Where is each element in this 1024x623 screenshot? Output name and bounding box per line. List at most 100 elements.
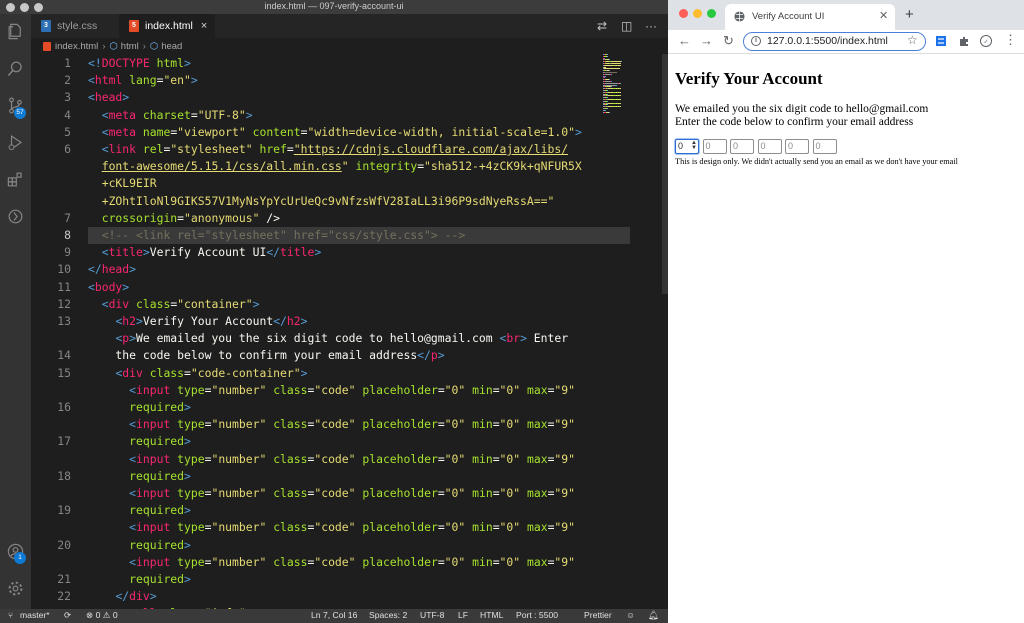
code-line[interactable]: 7 crossorigin="anonymous" /> xyxy=(31,210,668,227)
code-line[interactable]: <input type = "number" class = "code" placeh… xyxy=(31,416,668,433)
minimize-window-button[interactable] xyxy=(693,9,702,18)
code-input-1[interactable]: 0 ▲ ▼ xyxy=(675,139,699,154)
code-line[interactable]: 4 <meta charset="UTF-8"> xyxy=(31,107,668,124)
encoding-status[interactable]: UTF-8 xyxy=(420,610,444,620)
code-line[interactable]: <input type = "number" class = "code" placeh… xyxy=(31,554,668,571)
more-actions-icon[interactable]: ··· xyxy=(645,19,657,33)
code-line[interactable]: 11 <body> xyxy=(31,279,668,296)
code-editor[interactable]: 1 <!DOCTYPE html> 2 <html lang="en"> 3 <head>… xyxy=(31,54,668,609)
code-line[interactable]: 20 required> xyxy=(31,537,668,554)
code-line[interactable]: <p>We emailed you the six digit code to … xyxy=(31,330,668,347)
code-line[interactable]: 15 <div class="code-container"> xyxy=(31,365,668,382)
code-line[interactable]: +ZOhtIloNl9GIKS57V1MyNsYpYcUrUeQc9vNfzsW… xyxy=(31,193,668,210)
code-line[interactable]: <input type = "number" class = "code" placeh… xyxy=(31,451,668,468)
code-input-4[interactable]: 0 xyxy=(757,139,782,154)
run-debug-icon[interactable] xyxy=(6,133,25,152)
search-icon[interactable] xyxy=(6,59,25,78)
browser-tab[interactable]: Verify Account UI ✕ xyxy=(725,4,895,30)
live-server-port[interactable]: Port : 5500 xyxy=(516,610,558,620)
code-token: "https://cdnjs.cloudflare.com/ajax/libs/ xyxy=(293,142,569,156)
code-line[interactable]: 17 required> xyxy=(31,433,668,450)
code-line[interactable]: 1 <!DOCTYPE html> xyxy=(31,55,668,72)
code-line[interactable]: <input type = "number" class = "code" placeh… xyxy=(31,382,668,399)
breadcrumb-file[interactable]: index.html xyxy=(55,41,98,52)
minimap[interactable] xyxy=(603,54,643,114)
gear-icon[interactable] xyxy=(6,579,25,598)
code-token: = xyxy=(437,554,445,569)
code-text: <!DOCTYPE html> xyxy=(88,55,191,72)
profile-icon[interactable]: ✓ xyxy=(980,35,992,47)
code-line[interactable]: 21 required> xyxy=(31,571,668,588)
code-token: "code" xyxy=(314,520,356,535)
code-line[interactable]: 5 <meta name="viewport" content="width=d… xyxy=(31,124,668,141)
close-icon[interactable]: ✕ xyxy=(879,9,888,22)
sync-icon[interactable]: ⟳ xyxy=(64,610,71,621)
url-text[interactable]: 127.0.0.1:5500/index.html xyxy=(767,35,888,47)
spinner-icon[interactable]: ▲ ▼ xyxy=(691,140,697,151)
info-icon[interactable]: i xyxy=(751,36,761,46)
code-token: rel xyxy=(136,142,164,156)
forward-icon[interactable]: → xyxy=(700,33,713,48)
code-token: < xyxy=(129,417,137,432)
menu-kebab-icon[interactable]: ⋮ xyxy=(1004,32,1017,48)
feedback-icon[interactable]: ☺ xyxy=(626,610,635,620)
code-input-5[interactable]: 0 xyxy=(785,139,809,154)
code-line[interactable]: 16 required> xyxy=(31,399,668,416)
code-line[interactable]: 8 <!-- <link rel="stylesheet" href="css/… xyxy=(31,227,668,244)
code-line[interactable]: 12 <div class="container"> xyxy=(31,296,668,313)
code-line[interactable]: +cKL9EIR xyxy=(31,175,668,192)
chevron-right-icon: › xyxy=(142,40,146,52)
back-icon[interactable]: ← xyxy=(678,33,691,48)
code-line[interactable]: 10 </head> xyxy=(31,261,668,278)
code-token: < xyxy=(88,279,95,294)
branch-status[interactable]: master* xyxy=(20,610,50,620)
breadcrumb-html[interactable]: html xyxy=(121,41,139,52)
code-line[interactable]: 13 <h2>Verify Your Account</h2> xyxy=(31,313,668,330)
language-status[interactable]: HTML xyxy=(480,610,503,620)
tab-index-html[interactable]: 5 index.html × xyxy=(119,14,215,38)
breadcrumb-head[interactable]: head xyxy=(161,41,182,52)
split-editor-icon[interactable]: ◫ xyxy=(621,19,632,33)
tab-label: style.css xyxy=(57,20,98,32)
eol-status[interactable]: LF xyxy=(458,610,468,620)
code-text: +cKL9EIR xyxy=(88,175,157,192)
puzzle-icon[interactable] xyxy=(958,35,970,47)
code-token: +ZOhtIloNl9GIKS57V1MyNsYpYcUrUeQc9vNfzsW… xyxy=(101,193,555,208)
code-line[interactable]: 19 required> xyxy=(31,502,668,519)
address-bar[interactable]: i 127.0.0.1:5500/index.html ☆ xyxy=(743,32,926,51)
code-input-2[interactable]: 0 xyxy=(702,139,727,154)
code-line[interactable]: 18 required> xyxy=(31,468,668,485)
explorer-icon[interactable] xyxy=(6,22,25,41)
remote-icon[interactable] xyxy=(6,207,25,226)
bookmark-star-icon[interactable]: ☆ xyxy=(907,33,918,47)
code-line[interactable]: font-awesome/5.15.1/css/all.min.css" int… xyxy=(31,158,668,175)
code-line[interactable]: 3 <head> xyxy=(31,89,668,106)
close-window-button[interactable] xyxy=(679,9,688,18)
code-line[interactable]: 2 <html lang="en"> xyxy=(31,72,668,89)
code-input-6[interactable]: 0 xyxy=(812,139,837,154)
close-icon[interactable]: × xyxy=(201,20,207,32)
code-token: > xyxy=(184,400,191,414)
extension-icon[interactable] xyxy=(935,35,947,47)
indentation-status[interactable]: Spaces: 2 xyxy=(369,610,407,620)
code-input-3[interactable]: 0 xyxy=(730,139,754,154)
tab-style-css[interactable]: 3 style.css xyxy=(31,14,119,38)
code-line[interactable]: 14 the code below to confirm your email … xyxy=(31,347,668,364)
new-tab-button[interactable]: + xyxy=(905,6,914,23)
extensions-icon[interactable] xyxy=(6,170,25,189)
problems-status[interactable]: ⊗ 0 ⚠ 0 xyxy=(86,610,118,621)
code-line[interactable]: 6 <link rel="stylesheet" href="https://c… xyxy=(31,141,668,158)
compare-changes-icon[interactable]: ⇄ xyxy=(597,19,607,33)
code-line[interactable]: 22 </div> xyxy=(31,588,668,605)
code-line[interactable]: <input type = "number" class = "code" placeh… xyxy=(31,485,668,502)
code-token: placeholder xyxy=(355,382,438,397)
bell-icon[interactable]: 🔔︎ xyxy=(648,610,659,621)
code-line[interactable]: 9 <title>Verify Account UI</title> xyxy=(31,244,668,261)
reload-icon[interactable]: ↻ xyxy=(723,33,734,49)
zoom-window-button[interactable] xyxy=(707,9,716,18)
code-line[interactable]: <input type = "number" class = "code" placeh… xyxy=(31,519,668,536)
cursor-position[interactable]: Ln 7, Col 16 xyxy=(311,610,357,620)
prettier-status[interactable]: Prettier xyxy=(584,610,612,620)
